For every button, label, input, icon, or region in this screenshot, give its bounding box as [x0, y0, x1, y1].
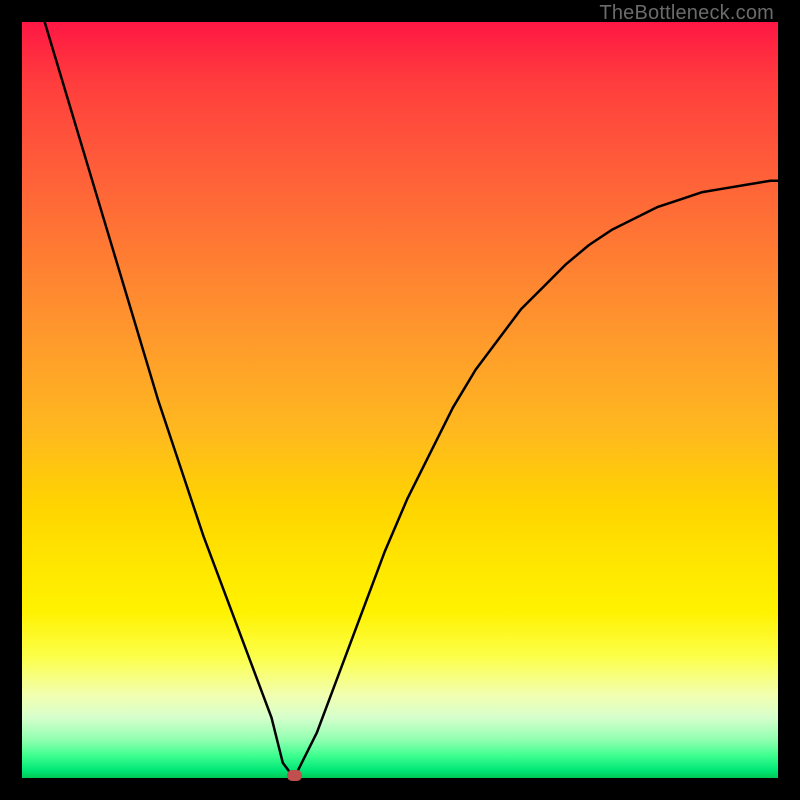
optimal-point-marker — [287, 770, 302, 781]
chart-frame: TheBottleneck.com — [0, 0, 800, 800]
plot-area — [22, 22, 778, 778]
bottleneck-curve — [22, 22, 778, 778]
attribution-text: TheBottleneck.com — [599, 2, 774, 25]
